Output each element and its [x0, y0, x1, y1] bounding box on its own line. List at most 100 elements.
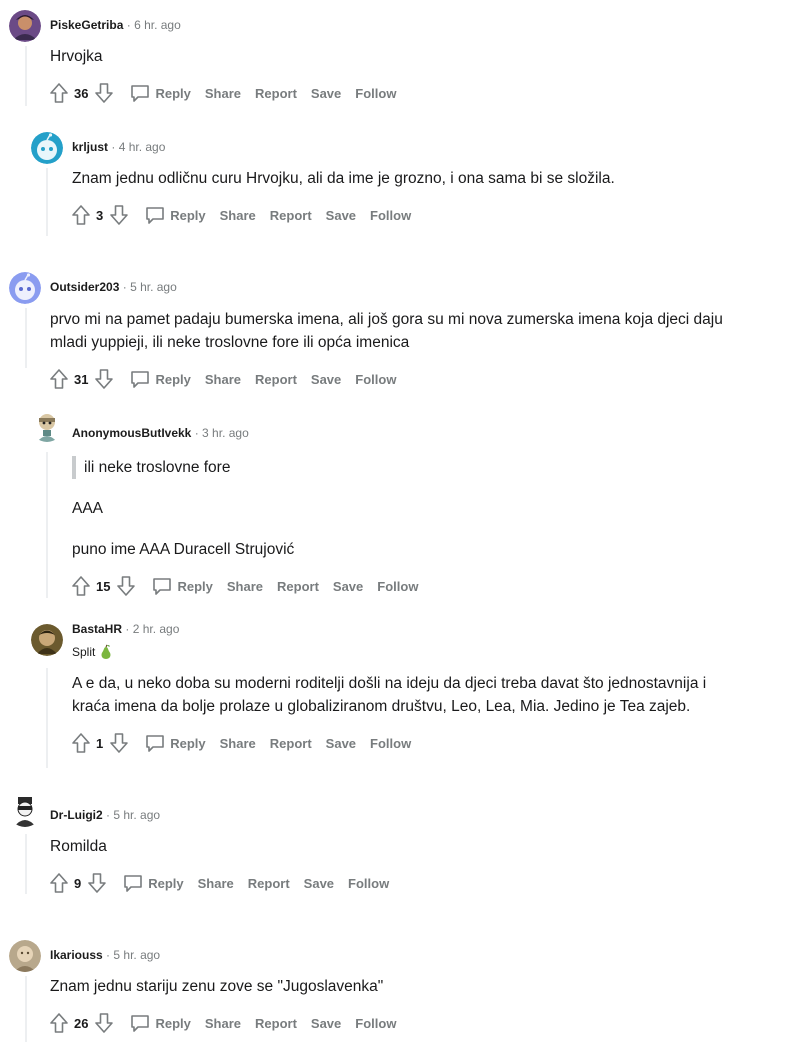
comment-text: A e da, u neko doba su moderni roditelji… — [72, 675, 707, 692]
reply-button[interactable]: Reply — [144, 204, 206, 226]
thread-line[interactable] — [46, 452, 48, 598]
comment-body: Znam jednu odličnu curu Hrvojku, ali da … — [72, 167, 615, 190]
upvote-icon[interactable] — [48, 82, 70, 104]
username[interactable]: Outsider203 — [50, 280, 119, 294]
share-button[interactable]: Share — [220, 208, 256, 223]
avatar[interactable] — [9, 272, 41, 304]
timestamp[interactable]: 4 hr. ago — [119, 140, 166, 154]
avatar[interactable] — [31, 410, 63, 442]
save-button[interactable]: Save — [311, 86, 341, 101]
share-button[interactable]: Share — [227, 579, 263, 594]
report-button[interactable]: Report — [255, 86, 297, 101]
vote-score: 26 — [74, 1015, 89, 1031]
downvote-icon[interactable] — [86, 872, 108, 894]
report-button[interactable]: Report — [255, 1016, 297, 1031]
comment-text: Romilda — [50, 838, 107, 855]
comment-meta: Ikariouss · 5 hr. ago — [50, 948, 161, 962]
comment-actions: 3 Reply Share Report Save Follow — [70, 203, 411, 227]
follow-button[interactable]: Follow — [370, 736, 411, 751]
comment-meta: BastaHR · 2 hr. ago — [72, 622, 180, 636]
follow-button[interactable]: Follow — [348, 876, 389, 891]
downvote-icon[interactable] — [93, 368, 115, 390]
report-button[interactable]: Report — [270, 208, 312, 223]
timestamp[interactable]: 3 hr. ago — [202, 426, 249, 440]
vote-score: 36 — [74, 85, 89, 101]
save-button[interactable]: Save — [326, 736, 356, 751]
save-button[interactable]: Save — [311, 372, 341, 387]
comment-actions: 1 Reply Share Report Save Follow — [70, 731, 411, 755]
thread-line[interactable] — [25, 834, 27, 894]
reply-button[interactable]: Reply — [129, 368, 191, 390]
report-button[interactable]: Report — [270, 736, 312, 751]
follow-button[interactable]: Follow — [377, 579, 418, 594]
vote-score: 9 — [74, 875, 82, 891]
comment-text: kraća imena da bolje prolaze u globalizi… — [72, 698, 691, 715]
comment-actions: 31 Reply Share Report Save Follow — [48, 367, 396, 391]
share-button[interactable]: Share — [198, 876, 234, 891]
blockquote: ili neke troslovne fore — [72, 456, 230, 479]
follow-button[interactable]: Follow — [355, 1016, 396, 1031]
save-button[interactable]: Save — [326, 208, 356, 223]
timestamp[interactable]: 5 hr. ago — [130, 280, 177, 294]
thread-line[interactable] — [46, 168, 48, 236]
comment-body: A e da, u neko doba su moderni roditelji… — [72, 672, 706, 718]
avatar[interactable] — [9, 795, 41, 827]
username[interactable]: PiskeGetriba — [50, 18, 123, 32]
timestamp[interactable]: 2 hr. ago — [133, 622, 180, 636]
avatar[interactable] — [9, 10, 41, 42]
comment-body: prvo mi na pamet padaju bumerska imena, … — [50, 308, 723, 354]
report-button[interactable]: Report — [255, 372, 297, 387]
share-button[interactable]: Share — [205, 372, 241, 387]
comment-text: Znam jednu odličnu curu Hrvojku, ali da … — [72, 170, 615, 187]
vote-score: 1 — [96, 735, 104, 751]
upvote-icon[interactable] — [48, 872, 70, 894]
avatar[interactable] — [9, 940, 41, 972]
comment-meta: AnonymousButIvekk · 3 hr. ago — [72, 426, 249, 440]
upvote-icon[interactable] — [70, 204, 92, 226]
downvote-icon[interactable] — [108, 204, 130, 226]
comment-body: Romilda — [50, 835, 107, 858]
share-button[interactable]: Share — [205, 86, 241, 101]
save-button[interactable]: Save — [333, 579, 363, 594]
avatar[interactable] — [31, 624, 63, 656]
reply-button[interactable]: Reply — [144, 732, 206, 754]
comment-meta: krljust · 4 hr. ago — [72, 140, 166, 154]
username[interactable]: Dr-Luigi2 — [50, 808, 103, 822]
comment-bubble-icon — [146, 735, 165, 752]
reply-button[interactable]: Reply — [129, 82, 191, 104]
save-button[interactable]: Save — [311, 1016, 341, 1031]
upvote-icon[interactable] — [48, 368, 70, 390]
follow-button[interactable]: Follow — [355, 86, 396, 101]
report-button[interactable]: Report — [248, 876, 290, 891]
thread-line[interactable] — [46, 668, 48, 768]
timestamp[interactable]: 6 hr. ago — [134, 18, 181, 32]
reply-button[interactable]: Reply — [129, 1012, 191, 1034]
username[interactable]: krljust — [72, 140, 108, 154]
reply-button[interactable]: Reply — [122, 872, 184, 894]
reply-button[interactable]: Reply — [151, 575, 213, 597]
comment-bubble-icon — [146, 207, 165, 224]
upvote-icon[interactable] — [70, 575, 92, 597]
thread-line[interactable] — [25, 976, 27, 1042]
downvote-icon[interactable] — [93, 1012, 115, 1034]
thread-line[interactable] — [25, 308, 27, 368]
upvote-icon[interactable] — [70, 732, 92, 754]
report-button[interactable]: Report — [277, 579, 319, 594]
username[interactable]: BastaHR — [72, 622, 122, 636]
timestamp[interactable]: 5 hr. ago — [113, 808, 160, 822]
follow-button[interactable]: Follow — [370, 208, 411, 223]
share-button[interactable]: Share — [220, 736, 256, 751]
share-button[interactable]: Share — [205, 1016, 241, 1031]
upvote-icon[interactable] — [48, 1012, 70, 1034]
downvote-icon[interactable] — [93, 82, 115, 104]
thread-line[interactable] — [25, 46, 27, 106]
username[interactable]: Ikariouss — [50, 948, 103, 962]
username[interactable]: AnonymousButIvekk — [72, 426, 191, 440]
downvote-icon[interactable] — [108, 732, 130, 754]
follow-button[interactable]: Follow — [355, 372, 396, 387]
comment-text: puno ime AAA Duracell Strujović — [72, 541, 295, 558]
avatar[interactable] — [31, 132, 63, 164]
timestamp[interactable]: 5 hr. ago — [113, 948, 160, 962]
downvote-icon[interactable] — [115, 575, 137, 597]
save-button[interactable]: Save — [304, 876, 334, 891]
